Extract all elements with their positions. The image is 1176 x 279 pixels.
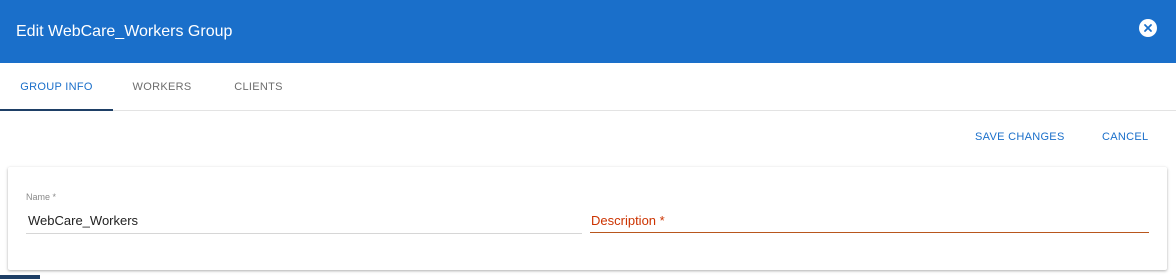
tab-group-info[interactable]: GROUP INFO [0,63,113,111]
edit-group-dialog: Edit WebCare_Workers Group GROUP INFO WO… [0,0,1176,279]
tab-bar: GROUP INFO WORKERS CLIENTS [0,63,1176,111]
group-info-form: Name * Description * [8,167,1167,270]
bottom-edge-strip [0,275,40,279]
save-changes-button[interactable]: SAVE CHANGES [975,128,1065,146]
close-button[interactable] [1139,19,1157,37]
dialog-title: Edit WebCare_Workers Group [16,23,233,40]
tab-clients[interactable]: CLIENTS [211,63,306,111]
description-field[interactable] [590,208,1149,233]
tab-workers[interactable]: WORKERS [113,63,211,111]
close-icon [1144,24,1152,32]
name-label: Name * [26,192,57,202]
cancel-button[interactable]: CANCEL [1102,128,1148,146]
dialog-header: Edit WebCare_Workers Group [0,0,1176,63]
name-field[interactable] [26,208,582,234]
active-tab-indicator [0,109,113,111]
